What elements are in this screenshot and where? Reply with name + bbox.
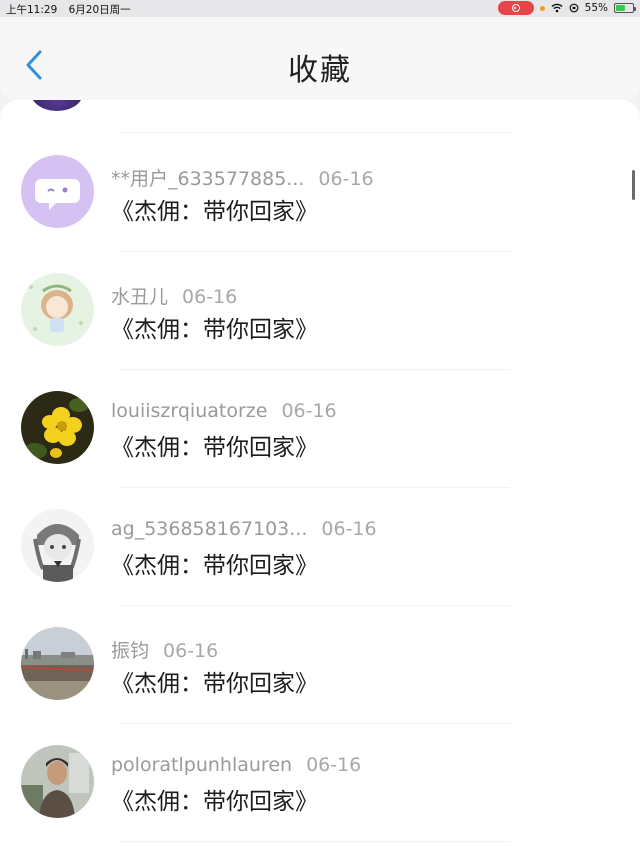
status-time: 上午11:29 (6, 4, 58, 16)
wifi-icon (551, 3, 563, 13)
date-label: 06-16 (281, 400, 337, 422)
username: **用户_633577885... (111, 168, 305, 190)
battery-icon (614, 3, 636, 13)
divider (120, 841, 510, 842)
list-item[interactable]: **用户_633577885... 06-16 《杰佣：带你回家》 (0, 100, 640, 228)
nav-header: 收藏 (0, 17, 640, 100)
orientation-lock-icon (569, 3, 579, 13)
date-label: 06-16 (163, 640, 219, 662)
username: ag_536858167103... (111, 518, 308, 540)
username: 振钧 (111, 640, 150, 662)
favorites-list[interactable]: **用户_633577885... 06-16 《杰佣：带你回家》 水丑儿 06-1… (0, 100, 640, 853)
username: louiiszrqiuatorze (111, 400, 268, 422)
list-item[interactable]: poloratlpunhlauren 06-16 《杰佣：带你回家》 (0, 690, 640, 818)
status-date: 6月20日周一 (68, 4, 131, 16)
page-title: 收藏 (288, 53, 352, 88)
man-photo-avatar (21, 745, 94, 818)
mic-indicator-icon (539, 5, 545, 11)
list-item[interactable]: 水丑儿 06-16 《杰佣：带你回家》 (0, 218, 640, 346)
scrollbar[interactable] (632, 170, 635, 200)
list-item[interactable]: ag_536858167103... 06-16 《杰佣：带你回家》 (0, 454, 640, 582)
date-label: 06-16 (182, 286, 238, 308)
list-item[interactable]: louiiszrqiuatorze 06-16 《杰佣：带你回家》 (0, 336, 640, 464)
date-label: 06-16 (318, 168, 374, 190)
item-title: 《杰佣：带你回家》 (111, 789, 318, 815)
status-bar: 上午11:29 6月20日周一 55% (0, 0, 640, 17)
date-label: 06-16 (321, 518, 377, 540)
battery-percent: 55% (584, 2, 608, 14)
username: poloratlpunhlauren (111, 754, 293, 776)
screen-record-icon[interactable] (497, 1, 534, 15)
username: 水丑儿 (111, 286, 169, 308)
date-label: 06-16 (306, 754, 362, 776)
list-item[interactable]: 振钧 06-16 《杰佣：带你回家》 (0, 572, 640, 700)
